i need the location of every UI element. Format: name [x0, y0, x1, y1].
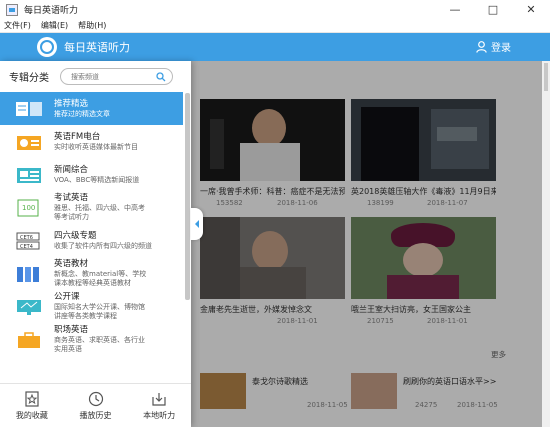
category-name: 公开课 — [54, 292, 80, 302]
main-scrollbar[interactable] — [542, 61, 550, 427]
close-button[interactable]: ✕ — [512, 0, 550, 19]
minimize-button[interactable]: — — [436, 0, 474, 19]
window-controls: — □ ✕ — [436, 0, 550, 19]
svg-text:CET6: CET6 — [20, 235, 33, 241]
app-header: 每日英语听力 登录 — [0, 33, 550, 61]
local-label: 本地听力 — [143, 410, 176, 420]
category-item-radio[interactable]: 英语FM电台 实时收听英语媒体最新节目 — [0, 125, 183, 158]
download-icon — [152, 392, 166, 406]
category-desc: 商务英语、求职英语、各行业实用英语 — [54, 336, 145, 353]
main-scroll-thumb[interactable] — [544, 63, 548, 91]
featured-icon — [16, 101, 42, 116]
svg-text:CET4: CET4 — [20, 244, 33, 250]
category-desc: 实时收听英语媒体最新节目 — [54, 142, 138, 151]
sidebar-bottom-bar: 我的收藏 播放历史 本地听力 — [0, 383, 191, 427]
news-icon — [17, 167, 41, 183]
favorites-label: 我的收藏 — [15, 410, 48, 420]
category-item-textbook[interactable]: 英语教材 新概念、教material等、学校课本教程等经典英语教材 — [0, 257, 183, 290]
chevron-left-icon — [195, 220, 199, 228]
category-name: 四六级专题 — [54, 230, 97, 241]
category-name: 新闻综合 — [54, 164, 89, 175]
category-item-exam[interactable]: 100 考试英语 雅思、托福、四六级、中高考等考试听力 — [0, 191, 183, 224]
history-button[interactable]: 播放历史 — [64, 384, 128, 427]
category-item-featured[interactable]: 推荐精选 推荐过的精选文章 — [0, 92, 183, 125]
local-button[interactable]: 本地听力 — [127, 384, 191, 427]
category-name: 英语FM电台 — [54, 131, 101, 142]
category-desc: 雅思、托福、四六级、中高考等考试听力 — [54, 204, 145, 221]
collapse-sidebar-button[interactable] — [191, 208, 203, 240]
category-name: 推荐精选 — [54, 98, 89, 109]
user-icon — [476, 40, 487, 53]
menu-bar: 文件(F) 编辑(E) 帮助(H) — [0, 19, 550, 33]
login-label: 登录 — [491, 43, 511, 54]
category-name: 英语教材 — [54, 259, 89, 269]
category-item-news[interactable]: 新闻综合 VOA、BBC等精选新闻报道 — [0, 158, 183, 191]
lecture-icon — [17, 299, 41, 315]
category-item-career[interactable]: 职场英语 商务英语、求职英语、各行业实用英语 — [0, 323, 183, 356]
category-name: 职场英语 — [54, 325, 89, 335]
favorites-button[interactable]: 我的收藏 — [0, 384, 64, 427]
category-name: 考试英语 — [54, 193, 89, 203]
category-list: 推荐精选 推荐过的精选文章 英语FM电台 实时收听英语媒体最新节目 新闻综合 V… — [0, 92, 183, 387]
history-label: 播放历史 — [79, 410, 112, 420]
header-brand: 每日英语听力 — [64, 41, 130, 54]
search-input[interactable] — [71, 72, 156, 81]
channel-search[interactable] — [60, 68, 173, 85]
app-window: 每日英语听力 — □ ✕ 文件(F) 编辑(E) 帮助(H) 每日英语听力 登录… — [0, 0, 550, 427]
sidebar-header: 专辑分类 — [0, 61, 191, 92]
exam-icon: 100 — [17, 199, 39, 216]
maximize-button[interactable]: □ — [474, 0, 512, 19]
dim-overlay[interactable] — [191, 61, 550, 427]
briefcase-icon — [18, 331, 40, 348]
sidebar-title: 专辑分类 — [9, 73, 49, 84]
search-icon[interactable] — [156, 72, 166, 82]
app-icon — [6, 3, 18, 16]
category-desc: 新概念、教material等、学校课本教程等经典英语教材 — [54, 270, 147, 287]
category-desc: 推荐过的精选文章 — [54, 109, 110, 118]
category-item-cet[interactable]: CET6 CET4 四六级专题 收集了软件内所有四六级的频道 — [0, 224, 183, 257]
menu-file[interactable]: 文件(F) — [4, 20, 31, 31]
sidebar-scroll-thumb[interactable] — [185, 93, 190, 300]
title-bar: 每日英语听力 — □ ✕ — [0, 0, 550, 19]
radio-icon — [17, 135, 41, 150]
category-item-lecture[interactable]: 公开课 国际知名大学公开课、博物馆讲座等各类教学课程 — [0, 290, 183, 323]
main-content: 一席·我曾手术师：科普：癌症不是无法预防 153582 2018-11-06 英… — [191, 61, 550, 427]
sidebar-scrollbar[interactable] — [183, 92, 191, 387]
category-sidebar: 专辑分类 推荐精选 推荐过的精选文章 — [0, 61, 191, 427]
clock-icon — [88, 391, 103, 406]
login-button[interactable]: 登录 — [476, 39, 511, 54]
window-title: 每日英语听力 — [24, 6, 79, 16]
cet-icon: CET6 CET4 — [16, 232, 40, 250]
star-bookmark-icon — [25, 390, 39, 407]
menu-edit[interactable]: 编辑(E) — [41, 20, 68, 31]
category-desc: 收集了软件内所有四六级的频道 — [54, 241, 152, 250]
app-logo-icon — [37, 37, 57, 57]
category-desc: VOA、BBC等精选新闻报道 — [54, 175, 140, 184]
textbook-icon — [17, 266, 39, 282]
category-desc: 国际知名大学公开课、博物馆讲座等各类教学课程 — [54, 303, 145, 320]
svg-text:100: 100 — [22, 204, 35, 212]
menu-help[interactable]: 帮助(H) — [78, 20, 106, 31]
